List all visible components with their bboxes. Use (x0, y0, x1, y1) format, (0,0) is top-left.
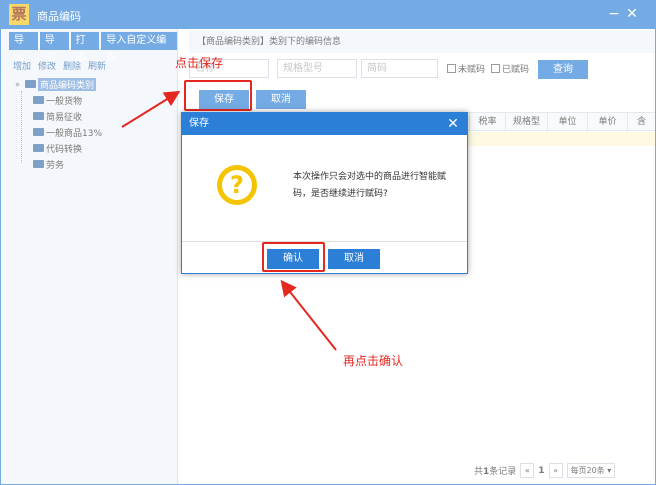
click-save-annotation: 点击保存 (175, 56, 224, 70)
dialog-cancel-button[interactable]: 取消 (328, 249, 380, 269)
question-icon: ? (217, 165, 257, 205)
confirm-highlight (262, 242, 325, 272)
dialog-close-icon[interactable]: ✕ (444, 113, 462, 135)
save-highlight (184, 80, 252, 111)
dialog-message: 本次操作只会对选中的商品进行智能赋码，是否继续进行赋码? (293, 172, 447, 199)
click-confirm-annotation: 再点击确认 (343, 354, 404, 368)
dialog-title: 保存 (182, 113, 467, 135)
